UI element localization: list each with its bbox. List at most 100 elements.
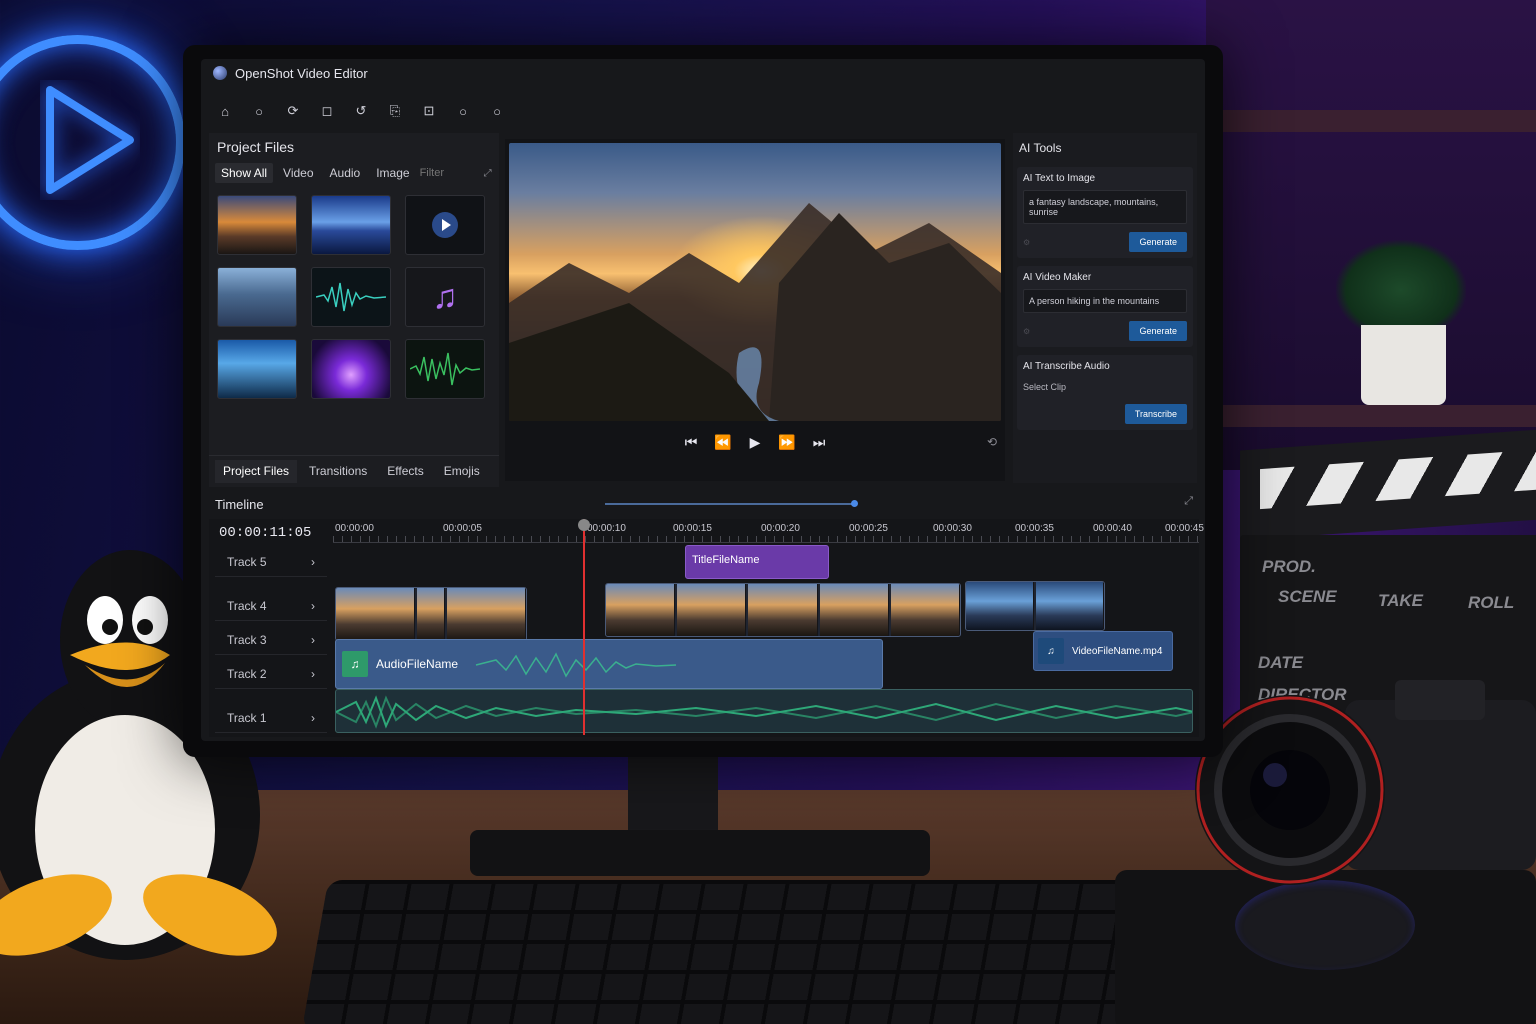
track-header-3[interactable]: Track 3 › [215, 625, 327, 655]
file-thumbnail[interactable] [311, 267, 391, 327]
filter-tab-show-all[interactable]: Show All [215, 163, 274, 183]
preview-landscape [509, 203, 1001, 421]
ai-video-maker-title: AI Video Maker [1023, 272, 1092, 283]
file-thumbnail[interactable] [405, 339, 485, 399]
export-video-icon[interactable]: ⊡ [419, 101, 439, 121]
clapper-roll: ROLL [1468, 593, 1515, 612]
tick-label: 00:00:30 [933, 523, 972, 534]
video-preview-panel: ⏮ ⏪ ▶ ⏩ ⏭ ⟲ [505, 139, 1005, 481]
open-project-icon[interactable]: ⟳ [283, 101, 303, 121]
clapper-top [1240, 429, 1536, 541]
openshot-logo-icon [213, 66, 227, 80]
file-thumbnail[interactable] [311, 195, 391, 255]
track-label: Track 2 [227, 666, 267, 681]
tick-label: 00:00:25 [849, 523, 888, 534]
ai-tools-title: AI Tools [1019, 141, 1062, 155]
preferences-icon[interactable]: ○ [453, 101, 473, 121]
file-thumbnail[interactable] [405, 195, 485, 255]
plant-pot [1361, 325, 1446, 405]
timeline-ruler[interactable]: 00:00:00 00:00:05 00:00:10 00:00:15 00:0… [333, 519, 1204, 543]
fullscreen-icon[interactable]: ○ [487, 101, 507, 121]
rewind-icon[interactable]: ⏪ [714, 433, 732, 451]
filter-tab-audio[interactable]: Audio [324, 163, 367, 183]
timeline-zoom-slider[interactable] [605, 500, 858, 507]
track-label: Track 5 [227, 554, 267, 569]
new-project-icon[interactable]: ○ [249, 101, 269, 121]
video-maker-prompt-input[interactable]: A person hiking in the mountains [1023, 289, 1187, 313]
generate-video-button[interactable]: Generate [1129, 321, 1187, 341]
audio-clip[interactable]: ♫ AudioFileName [335, 639, 883, 689]
chevron-right-icon[interactable]: › [311, 711, 315, 725]
chevron-right-icon[interactable]: › [311, 599, 315, 613]
generate-image-button[interactable]: Generate [1129, 232, 1187, 252]
image-options-icon[interactable]: ⚙ [1023, 238, 1030, 247]
video-options-icon[interactable]: ⚙ [1023, 327, 1030, 336]
ai-transcribe-card: AI Transcribe Audio Select Clip Transcri… [1017, 355, 1193, 430]
music-note-icon: ♫ [432, 277, 458, 316]
track-label: Track 1 [227, 710, 267, 725]
playback-controls: ⏮ ⏪ ▶ ⏩ ⏭ [505, 433, 1005, 451]
video-clip[interactable] [965, 581, 1105, 631]
zoom-slider-handle[interactable] [851, 500, 858, 507]
fast-forward-icon[interactable]: ⏩ [778, 433, 796, 451]
chevron-right-icon[interactable]: › [311, 555, 315, 569]
undo-icon[interactable]: ↺ [351, 101, 371, 121]
ai-text-to-image-title: AI Text to Image [1023, 173, 1096, 184]
jump-end-icon[interactable]: ⏭ [810, 433, 828, 451]
expand-timeline-icon[interactable]: ⤢ [1184, 495, 1193, 508]
openshot-window: OpenShot Video Editor ⌂ ○ ⟳ ◻ ↺ ⎘ ⊡ ○ ○ … [201, 59, 1205, 741]
app-title: OpenShot Video Editor [235, 65, 368, 81]
title-clip[interactable]: TitleFileName [685, 545, 829, 579]
jump-start-icon[interactable]: ⏮ [682, 433, 700, 451]
tab-effects[interactable]: Effects [379, 460, 431, 483]
video-preview-frame [509, 143, 1001, 421]
save-project-icon[interactable]: ◻ [317, 101, 337, 121]
tick-label: 00:00:05 [443, 523, 482, 534]
file-thumbnail[interactable] [311, 339, 391, 399]
video-clip[interactable] [605, 583, 961, 637]
project-files-title: Project Files [217, 139, 295, 155]
clip-frame [966, 582, 1034, 630]
select-clip-dropdown[interactable]: Select Clip [1023, 378, 1187, 396]
ai-row: ⚙ Generate [1023, 232, 1187, 252]
text-to-image-prompt-input[interactable]: a fantasy landscape, mountains, sunrise [1023, 190, 1187, 224]
import-files-icon[interactable]: ⎘ [385, 101, 405, 121]
ai-transcribe-title: AI Transcribe Audio [1023, 361, 1110, 372]
filter-tab-video[interactable]: Video [277, 163, 319, 183]
chevron-right-icon[interactable]: › [311, 667, 315, 681]
video-file-clip[interactable]: ♫ VideoFileName.mp4 [1033, 631, 1173, 671]
track-header-4[interactable]: Track 4 › [215, 591, 327, 621]
play-circle-icon [432, 212, 458, 238]
file-thumbnail[interactable]: ♫ [405, 267, 485, 327]
tick-label: 00:00:20 [761, 523, 800, 534]
filter-tab-image[interactable]: Image [370, 163, 415, 183]
track-header-2[interactable]: Track 2 › [215, 659, 327, 689]
tab-project-files[interactable]: Project Files [215, 460, 298, 483]
clip-frame [890, 584, 960, 636]
playhead-handle[interactable] [578, 519, 590, 531]
playhead[interactable] [578, 519, 590, 735]
tab-transitions[interactable]: Transitions [301, 460, 375, 483]
refresh-icon[interactable]: ⟲ [987, 435, 997, 449]
title-clip-label: TitleFileName [692, 554, 760, 566]
clear-filter-icon[interactable]: ⤢ [484, 168, 492, 179]
audio-waveform-icon [316, 282, 386, 312]
chevron-right-icon[interactable]: › [311, 633, 315, 647]
filter-input[interactable] [419, 167, 480, 179]
keyboard [301, 880, 1149, 1024]
transcribe-button[interactable]: Transcribe [1124, 404, 1187, 424]
tick-label: 00:00:15 [673, 523, 712, 534]
video-clip[interactable] [335, 587, 527, 641]
tab-emojis[interactable]: Emojis [436, 460, 488, 483]
file-thumbnail[interactable] [217, 195, 297, 255]
home-icon[interactable]: ⌂ [215, 101, 235, 121]
monitor: OpenShot Video Editor ⌂ ○ ⟳ ◻ ↺ ⎘ ⊡ ○ ○ … [183, 45, 1223, 757]
clapper-date: DATE [1258, 653, 1304, 672]
track-header-5[interactable]: Track 5 › [215, 547, 327, 577]
file-thumbnail[interactable] [217, 339, 297, 399]
music-track-clip[interactable] [335, 689, 1193, 733]
clip-frame [1036, 582, 1104, 630]
track-header-1[interactable]: Track 1 › [215, 703, 327, 733]
play-icon[interactable]: ▶ [746, 433, 764, 451]
file-thumbnail[interactable] [217, 267, 297, 327]
